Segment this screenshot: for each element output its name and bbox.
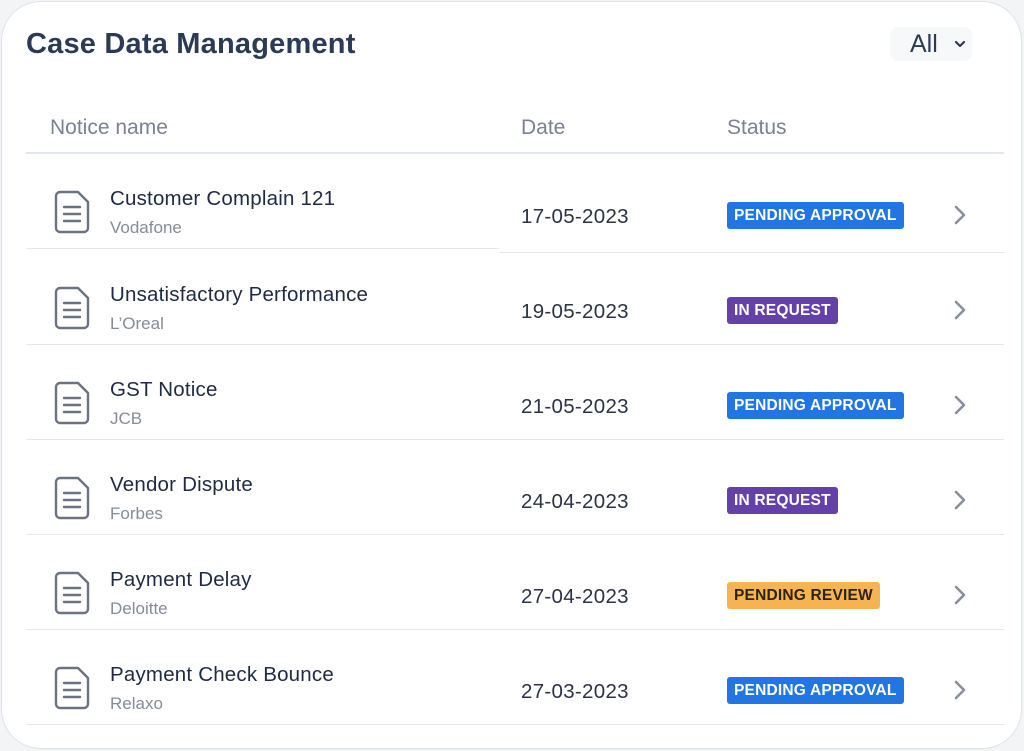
notice-company: Relaxo <box>110 694 163 713</box>
status-badge: PENDING REVIEW <box>727 582 880 609</box>
notice-company: Deloitte <box>110 599 168 618</box>
table-row[interactable]: Unsatisfactory Performance L’Oreal 19-05… <box>26 250 1004 345</box>
notice-date: 24-04-2023 <box>521 490 629 513</box>
notice-company: L’Oreal <box>110 314 164 333</box>
chevron-right-icon[interactable] <box>953 584 967 611</box>
column-header-notice-name: Notice name <box>50 116 168 139</box>
case-data-card: Case Data Management All Notice name Dat… <box>1 1 1022 749</box>
status-filter-dropdown[interactable]: All <box>890 27 972 61</box>
document-icon <box>54 286 90 335</box>
chevron-right-icon[interactable] <box>953 204 967 231</box>
status-badge: IN REQUEST <box>727 297 838 324</box>
notice-name: Vendor Dispute <box>110 473 253 496</box>
notice-date: 21-05-2023 <box>521 395 629 418</box>
notice-company: JCB <box>110 409 143 428</box>
notice-company: Forbes <box>110 504 163 523</box>
page-title: Case Data Management <box>26 28 356 60</box>
row-divider <box>26 248 499 249</box>
row-divider <box>26 724 1004 725</box>
document-icon <box>54 381 90 430</box>
notice-date: 27-04-2023 <box>521 585 629 608</box>
column-header-date: Date <box>521 116 566 139</box>
filter-value: All <box>910 29 938 58</box>
chevron-right-icon[interactable] <box>953 299 967 326</box>
status-badge: PENDING APPROVAL <box>727 202 904 229</box>
status-badge: PENDING APPROVAL <box>727 392 904 419</box>
chevron-right-icon[interactable] <box>953 489 967 516</box>
status-badge: IN REQUEST <box>727 487 838 514</box>
table-row[interactable]: Payment Check Bounce Relaxo 27-03-2023 P… <box>26 630 1004 725</box>
table-header: Notice name Date Status <box>26 104 1004 154</box>
table-row[interactable]: GST Notice JCB 21-05-2023 PENDING APPROV… <box>26 345 1004 440</box>
notice-name: GST Notice <box>110 378 218 401</box>
document-icon <box>54 666 90 715</box>
notice-date: 27-03-2023 <box>521 680 629 703</box>
document-icon <box>54 476 90 525</box>
document-icon <box>54 190 90 239</box>
notice-name: Payment Delay <box>110 568 252 591</box>
chevron-right-icon[interactable] <box>953 679 967 706</box>
notice-name: Customer Complain 121 <box>110 187 336 210</box>
notice-name: Payment Check Bounce <box>110 663 334 686</box>
table-row[interactable]: Payment Delay Deloitte 27-04-2023 PENDIN… <box>26 535 1004 630</box>
table-row[interactable]: Vendor Dispute Forbes 24-04-2023 IN REQU… <box>26 440 1004 535</box>
notice-name: Unsatisfactory Performance <box>110 283 369 306</box>
document-icon <box>54 571 90 620</box>
chevron-down-icon <box>954 40 966 48</box>
chevron-right-icon[interactable] <box>953 394 967 421</box>
table-row[interactable]: Customer Complain 121 Vodafone 17-05-202… <box>26 154 1004 253</box>
status-badge: PENDING APPROVAL <box>727 677 904 704</box>
notice-date: 19-05-2023 <box>521 300 629 323</box>
notice-date: 17-05-2023 <box>521 205 629 228</box>
column-header-status: Status <box>727 116 787 139</box>
notice-company: Vodafone <box>110 218 182 237</box>
